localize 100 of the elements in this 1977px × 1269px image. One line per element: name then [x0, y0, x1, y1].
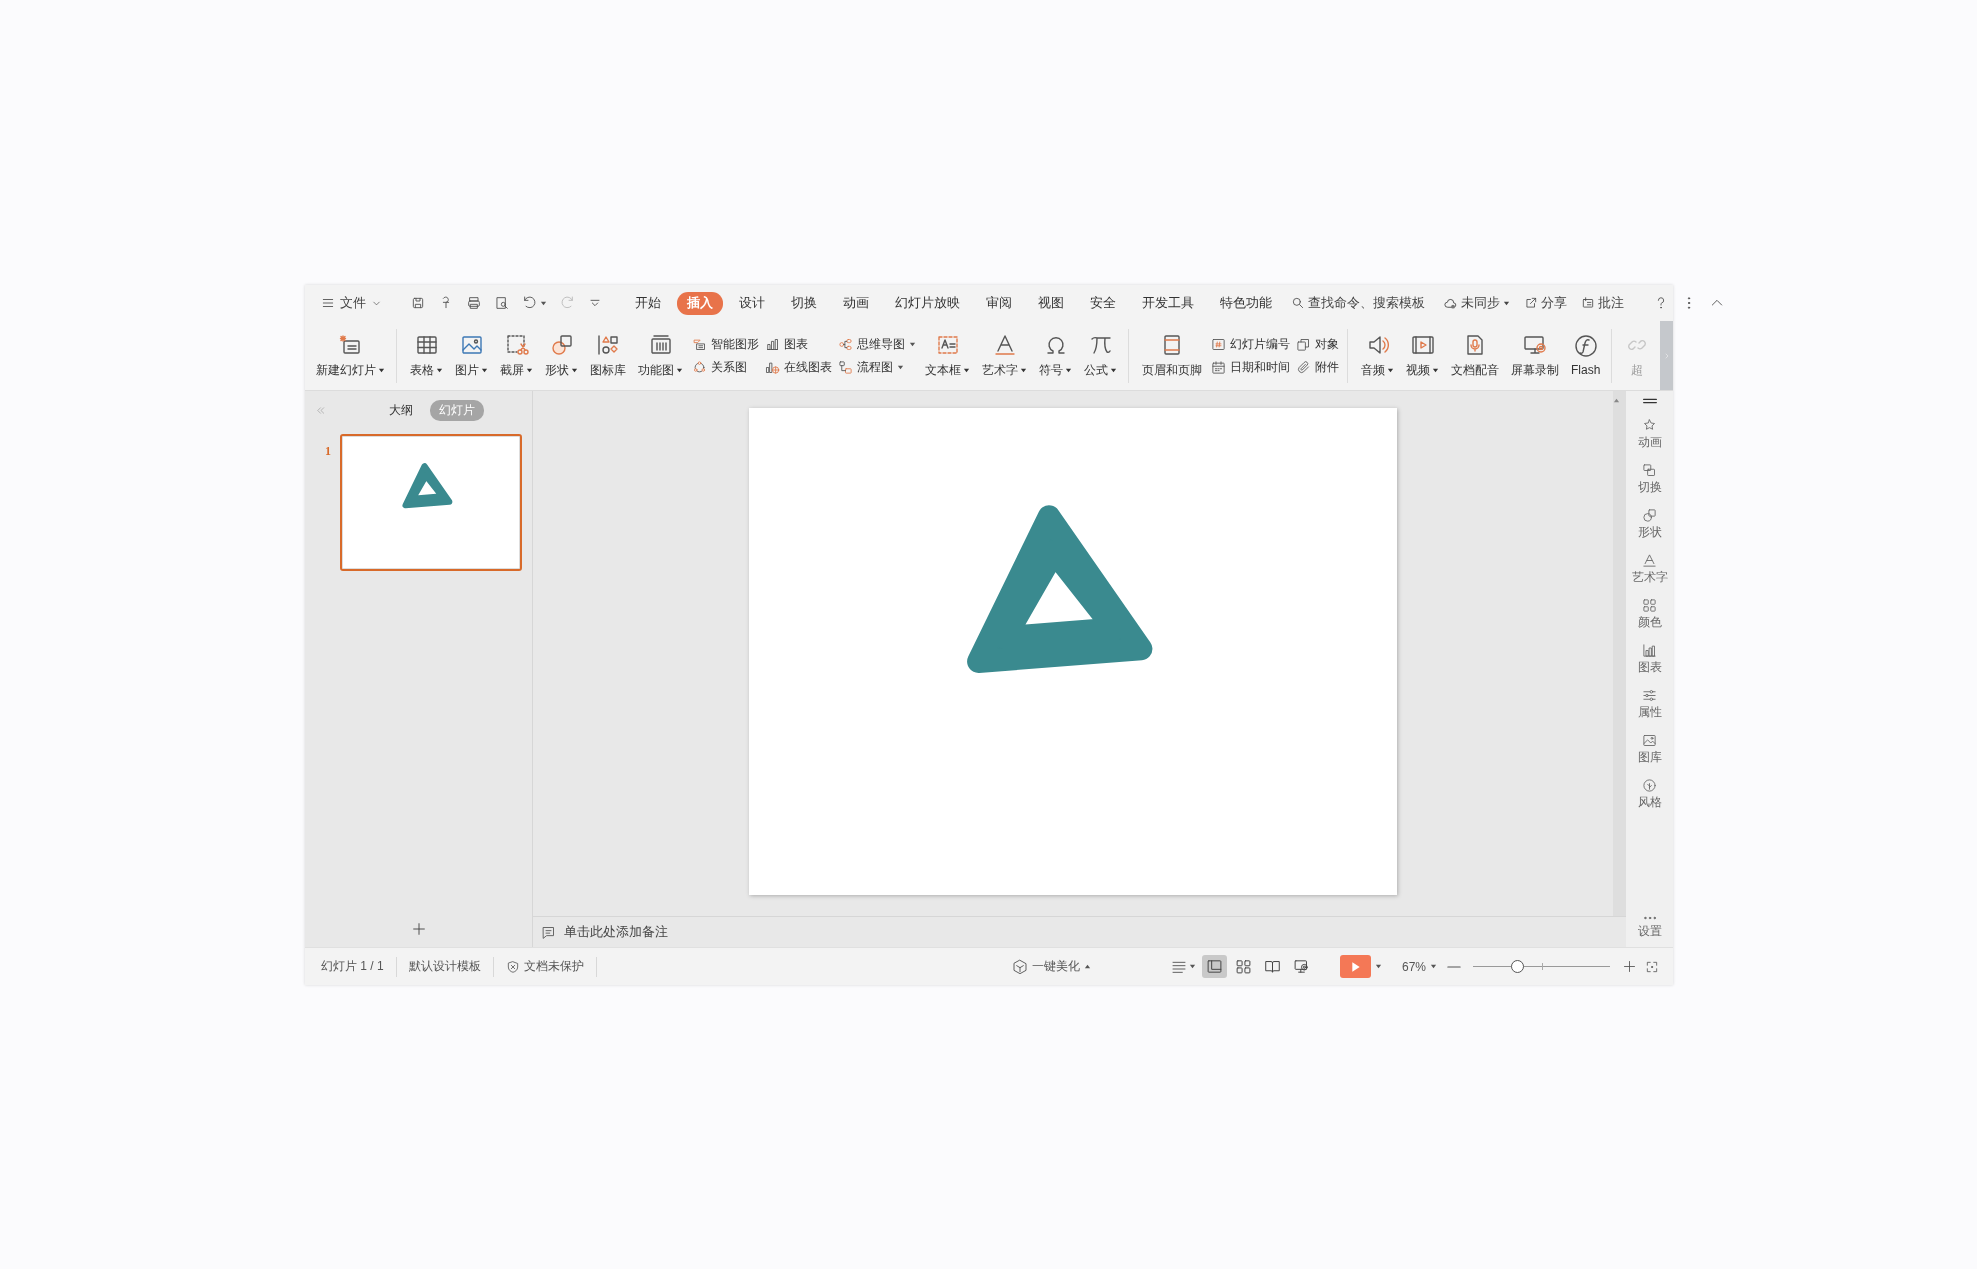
- protection-button[interactable]: 文档未保护: [499, 956, 590, 977]
- book-icon: [1263, 958, 1281, 975]
- microphone-button[interactable]: 文档配音: [1448, 330, 1502, 381]
- flowchart-icon: [838, 359, 853, 375]
- icon-library-icon: [596, 332, 620, 357]
- new-slide-button[interactable]: 新建幻灯片: [313, 330, 388, 381]
- caret-icon: [1188, 963, 1196, 970]
- search-icon: [1291, 296, 1305, 310]
- fit-icon: [1645, 959, 1659, 974]
- sidebar-button[interactable]: 切换: [1637, 463, 1662, 495]
- object-button[interactable]: 对象: [1296, 335, 1339, 353]
- share-button[interactable]: 分享: [1519, 292, 1572, 314]
- sidebar-button[interactable]: 图库: [1637, 733, 1662, 765]
- sidebar-button[interactable]: 动画: [1637, 418, 1662, 450]
- zoom-slider-thumb[interactable]: [1510, 960, 1524, 973]
- flowchart-button[interactable]: 流程图: [838, 358, 916, 376]
- redo-icon: [559, 295, 575, 311]
- text-box-button[interactable]: 文本框: [922, 330, 973, 381]
- new-slide-icon: [338, 332, 363, 357]
- sidebar-button[interactable]: 风格: [1637, 778, 1662, 810]
- menu-tab[interactable]: 开始: [625, 291, 671, 315]
- caret-up-icon: [1083, 963, 1091, 970]
- zoom-level-button[interactable]: 67%: [1395, 957, 1443, 976]
- shapes-icon: [549, 332, 574, 357]
- settings-button[interactable]: 设置: [1637, 914, 1662, 939]
- caret-icon: [1374, 963, 1382, 970]
- bar-chart-icon: [1642, 643, 1657, 658]
- print-icon: [466, 295, 482, 311]
- sync-button[interactable]: 未同步: [1438, 292, 1515, 314]
- note-icon: [541, 924, 556, 940]
- double-chevron-icon: [315, 404, 326, 416]
- icon-library-button[interactable]: 图标库: [587, 330, 629, 381]
- art-text-icon: [1642, 553, 1657, 568]
- menu-tab[interactable]: 设计: [729, 291, 775, 315]
- slide-thumbnail[interactable]: [340, 434, 522, 571]
- flash-button[interactable]: Flash: [1568, 332, 1604, 379]
- menu-tab[interactable]: 切换: [781, 291, 827, 315]
- menu-tab[interactable]: 视图: [1028, 291, 1074, 315]
- object-icon: [1296, 336, 1311, 352]
- slide-number: 1: [325, 444, 331, 459]
- share-icon: [1524, 296, 1538, 310]
- play-slideshow-button[interactable]: [1339, 955, 1371, 978]
- menu-tab[interactable]: 审阅: [976, 291, 1022, 315]
- monitor-button[interactable]: 屏幕录制: [1508, 330, 1562, 381]
- scissors-icon: [504, 332, 529, 357]
- scissors-button[interactable]: 截屏: [497, 330, 536, 381]
- video-button[interactable]: 视频: [1403, 330, 1442, 381]
- triangle-shape[interactable]: [967, 505, 1153, 673]
- mind-map-icon: [838, 336, 853, 352]
- menu-tab[interactable]: 安全: [1080, 291, 1126, 315]
- online-chart-icon: [765, 359, 780, 375]
- search-button[interactable]: 查找命令、搜索模板: [1286, 292, 1430, 314]
- feature-chart-button[interactable]: 功能图: [635, 330, 686, 381]
- notes-prompt[interactable]: 单击此处添加备注: [541, 923, 668, 941]
- menu-tab[interactable]: 幻灯片放映: [885, 291, 970, 315]
- relationship-icon: [692, 359, 707, 375]
- relationship-button[interactable]: 关系图: [692, 358, 759, 376]
- table-button[interactable]: 表格: [407, 330, 446, 381]
- sliders-icon: [1642, 688, 1657, 703]
- slide-number-button[interactable]: 幻灯片编号: [1211, 335, 1290, 353]
- flash-icon: [1573, 334, 1598, 358]
- plus-icon: [1622, 959, 1637, 974]
- smart-graphic-icon: [692, 336, 707, 352]
- mind-map-button[interactable]: 思维导图: [838, 335, 916, 353]
- speaker-button[interactable]: 音频: [1358, 330, 1397, 381]
- sidebar-button[interactable]: 形状: [1637, 508, 1662, 540]
- sidebar-button[interactable]: 颜色: [1637, 598, 1662, 630]
- sidebar-button[interactable]: 艺术字: [1631, 553, 1668, 585]
- art-text-button[interactable]: 艺术字: [979, 330, 1030, 381]
- print-preview-icon: [494, 295, 510, 311]
- menu-tab[interactable]: 特色功能: [1210, 291, 1282, 315]
- image-button[interactable]: 图片: [452, 330, 491, 381]
- menu-tab[interactable]: 动画: [833, 291, 879, 315]
- comment-button[interactable]: 批注: [1576, 292, 1629, 314]
- shapes-button[interactable]: 形状: [542, 330, 581, 381]
- omega-button[interactable]: 符号: [1036, 330, 1075, 381]
- sidebar-button[interactable]: 属性: [1637, 688, 1662, 720]
- smart-graphic-button[interactable]: 智能图形: [692, 335, 759, 353]
- sidebar-button[interactable]: 图表: [1637, 643, 1662, 675]
- calendar-button[interactable]: 日期和时间: [1211, 358, 1290, 376]
- vertical-scrollbar[interactable]: [1613, 391, 1626, 916]
- pi-button[interactable]: 公式: [1081, 330, 1120, 381]
- bar-chart-icon: [765, 336, 780, 352]
- menu-icon: [321, 296, 335, 310]
- online-chart-button[interactable]: 在线图表: [765, 358, 832, 376]
- caret-icon: [1430, 963, 1437, 970]
- page-button[interactable]: 页眉和页脚: [1139, 330, 1205, 381]
- calendar-icon: [1211, 359, 1226, 375]
- file-menu-button[interactable]: 文件: [317, 292, 386, 314]
- drag-handle-icon: [1641, 397, 1658, 405]
- paperclip-button[interactable]: 附件: [1296, 358, 1339, 376]
- template-button[interactable]: 默认设计模板: [402, 956, 487, 977]
- beautify-button[interactable]: 一键美化: [1005, 956, 1097, 977]
- grid-view-icon: [1234, 958, 1252, 975]
- view-button[interactable]: [1201, 955, 1227, 978]
- save-icon: [410, 295, 426, 311]
- triangle-shape: [402, 463, 453, 509]
- bar-chart-button[interactable]: 图表: [765, 335, 832, 353]
- panel-tab[interactable]: 大纲: [380, 399, 422, 421]
- menu-tab[interactable]: 开发工具: [1132, 291, 1204, 315]
